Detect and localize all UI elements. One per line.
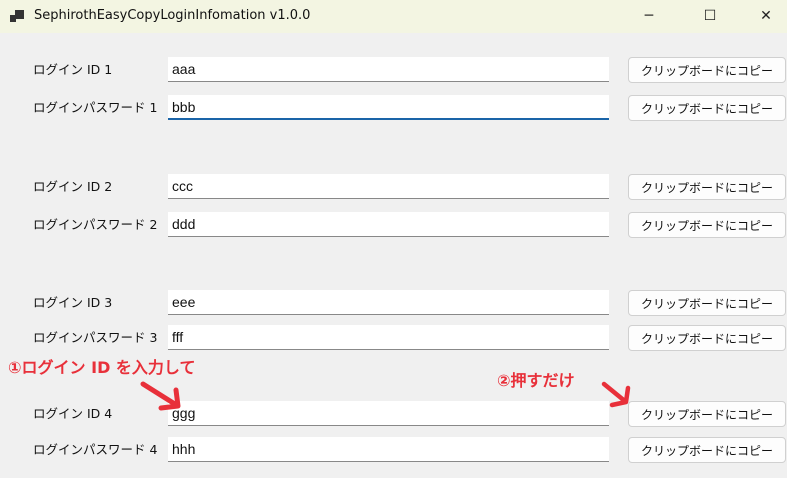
copy-to-clipboard-button[interactable]: クリップボードにコピー (628, 401, 786, 427)
title-bar: SephirothEasyCopyLoginInfomation v1.0.0 … (0, 0, 787, 33)
password-input[interactable] (168, 437, 609, 462)
password-input[interactable] (168, 325, 609, 350)
password-input[interactable] (168, 212, 609, 237)
login-id-input[interactable] (168, 290, 609, 315)
arrow-icon (601, 381, 631, 408)
login-id-label: ログイン ID 2 (33, 179, 113, 194)
app-icon (10, 10, 24, 22)
password-label: ログインパスワード 2 (33, 217, 158, 232)
password-input[interactable] (168, 95, 609, 120)
copy-to-clipboard-button[interactable]: クリップボードにコピー (628, 57, 786, 83)
login-id-input[interactable] (168, 57, 609, 82)
close-button[interactable]: ✕ (743, 0, 787, 32)
arrow-icon (140, 381, 181, 411)
maximize-button[interactable]: ☐ (687, 0, 733, 32)
copy-to-clipboard-button[interactable]: クリップボードにコピー (628, 174, 786, 200)
copy-to-clipboard-button[interactable]: クリップボードにコピー (628, 325, 786, 351)
window-title: SephirothEasyCopyLoginInfomation v1.0.0 (34, 8, 311, 23)
password-label: ログインパスワード 4 (33, 442, 158, 457)
minimize-button[interactable]: ─ (626, 0, 672, 32)
copy-to-clipboard-button[interactable]: クリップボードにコピー (628, 95, 786, 121)
copy-to-clipboard-button[interactable]: クリップボードにコピー (628, 437, 786, 463)
login-id-input[interactable] (168, 174, 609, 199)
password-label: ログインパスワード 1 (33, 100, 158, 115)
login-id-label: ログイン ID 1 (33, 62, 113, 77)
login-id-label: ログイン ID 4 (33, 406, 113, 421)
annotation-step1: ①ログイン ID を入力して (8, 358, 196, 377)
password-label: ログインパスワード 3 (33, 330, 158, 345)
annotation-step2: ②押すだけ (497, 371, 575, 390)
login-id-label: ログイン ID 3 (33, 295, 113, 310)
login-id-input[interactable] (168, 401, 609, 426)
copy-to-clipboard-button[interactable]: クリップボードにコピー (628, 290, 786, 316)
copy-to-clipboard-button[interactable]: クリップボードにコピー (628, 212, 786, 238)
